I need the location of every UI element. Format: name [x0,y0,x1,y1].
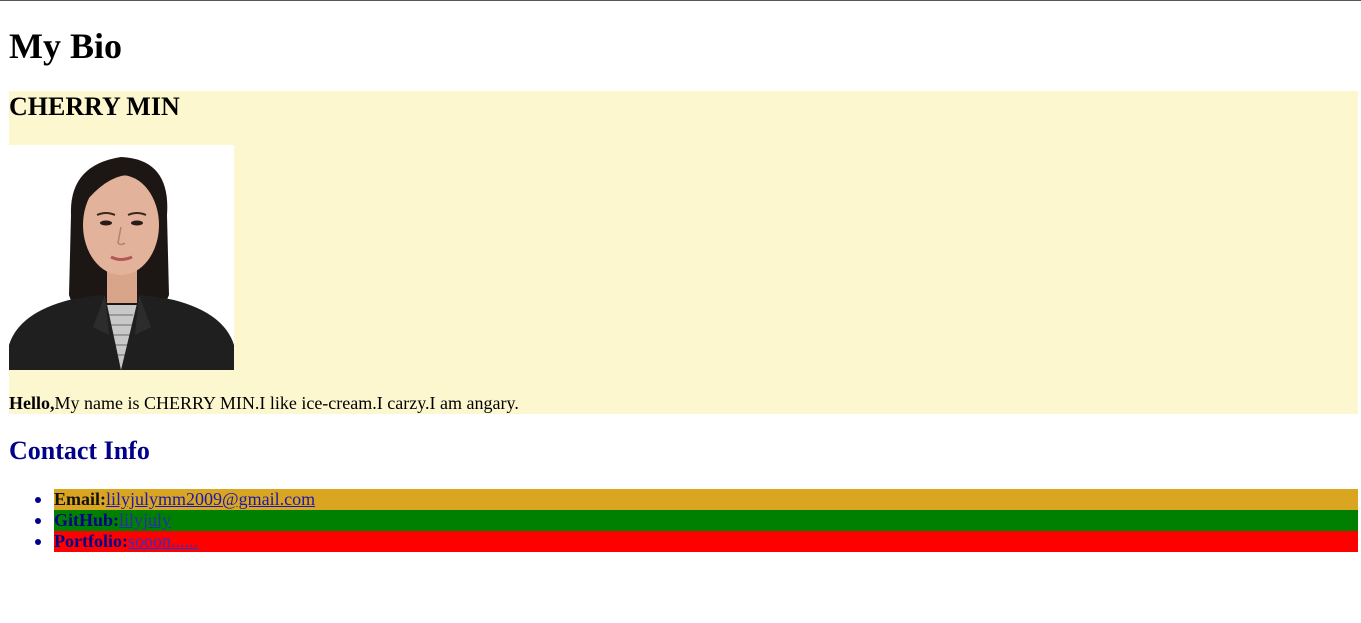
bullet-icon [35,518,41,524]
contact-title: Contact Info [9,436,150,465]
bio-text: My name is CHERRY MIN.I like ice-cream.I… [54,393,519,413]
profile-photo [9,145,234,370]
bio-paragraph: Hello,My name is CHERRY MIN.I like ice-c… [9,392,519,414]
bullet-icon [35,497,41,503]
page-title: My Bio [9,26,122,66]
bio-name: CHERRY MIN [9,92,180,121]
contact-item-github: GitHub:lilyjuly [35,510,1358,531]
contact-list: Email:lilyjulymm2009@gmail.com GitHub:li… [0,489,1361,552]
portrait-photo-icon [9,145,234,370]
contact-item-email: Email:lilyjulymm2009@gmail.com [35,489,1358,510]
bio-greeting: Hello, [9,393,55,413]
portfolio-label: Portfolio: [54,531,128,551]
contact-item-portfolio: Portfolio:sooon...... [35,531,1358,552]
github-label: GitHub: [54,510,120,530]
email-label: Email: [54,489,106,509]
github-link[interactable]: lilyjuly [119,510,171,530]
bio-section: CHERRY MIN Hello,My name is CHERRY MIN.I… [9,91,1358,414]
bullet-icon [35,539,41,545]
email-link[interactable]: lilyjulymm2009@gmail.com [106,489,315,509]
portfolio-link[interactable]: sooon...... [128,531,198,551]
